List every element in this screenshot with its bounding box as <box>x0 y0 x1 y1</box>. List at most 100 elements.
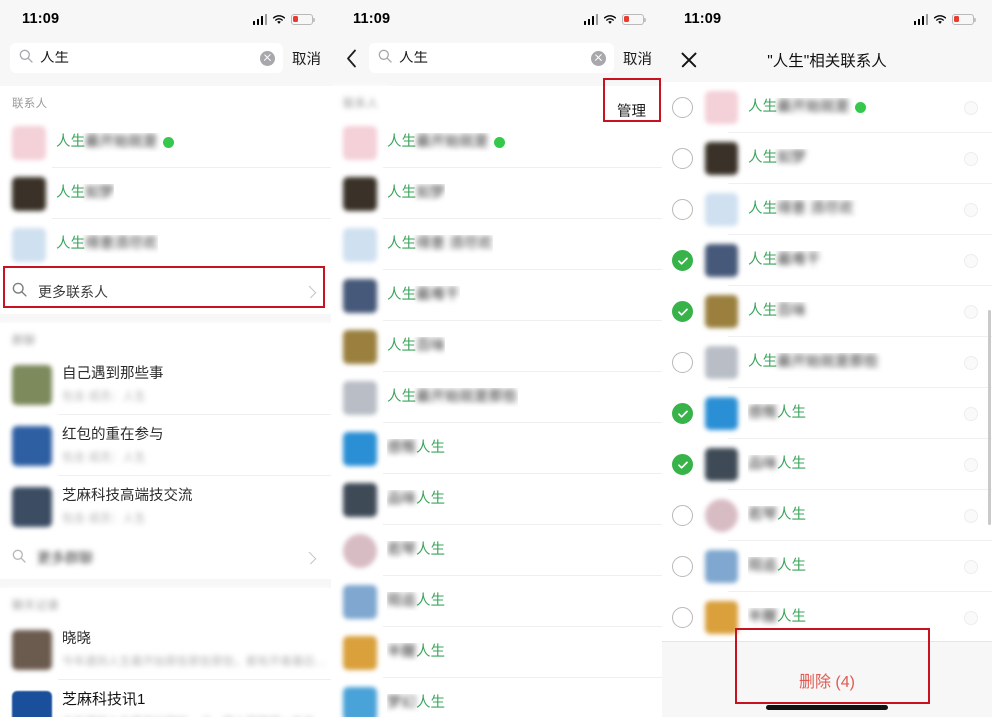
trailing-circle-icon <box>964 253 978 268</box>
list-item[interactable]: 若琴 人生 <box>331 525 662 576</box>
contact-name: 人生 最开始就是 <box>387 133 505 151</box>
more-groups-row[interactable]: 更多群聊 <box>0 537 331 579</box>
list-item[interactable]: 陌追 人生 <box>331 576 662 627</box>
signal-bars-icon <box>252 13 267 25</box>
checkbox-unchecked[interactable] <box>672 607 693 628</box>
list-item[interactable]: 人生 如梦 <box>662 133 992 184</box>
close-icon[interactable] <box>678 49 700 71</box>
online-dot-icon <box>854 102 866 113</box>
checkbox-checked[interactable] <box>672 454 693 475</box>
search-input[interactable]: 人生 <box>10 43 283 73</box>
list-item[interactable]: 梦幻 人生 <box>331 678 662 717</box>
list-item[interactable]: 人生 如梦 <box>0 168 331 219</box>
list-item[interactable]: 人生 最开始就是那些 <box>331 372 662 423</box>
list-item[interactable]: 人生 最开始就是 <box>0 117 331 168</box>
contact-name: 人生 百味 <box>748 303 806 320</box>
avatar <box>705 448 738 481</box>
list-item[interactable]: 半醒 人生 <box>662 592 992 643</box>
list-item[interactable]: 自己遇到那些事 包含 成员：人生 <box>0 354 331 415</box>
list-item[interactable]: 半醒 人生 <box>331 627 662 678</box>
list-item[interactable]: 人生 如梦 <box>331 168 662 219</box>
list-item[interactable]: 人生 得意须尽欢 <box>0 219 331 270</box>
signal-bars-icon <box>913 13 928 25</box>
trailing-circle-icon <box>964 304 978 319</box>
group-text: 红包的重在参与 包含 成员：人生 <box>62 426 164 464</box>
chevron-left-icon[interactable] <box>341 45 361 71</box>
avatar <box>12 125 46 160</box>
avatar <box>343 125 377 160</box>
group-sub: 包含 成员：人生 <box>62 390 146 403</box>
signal-bars-icon <box>583 13 598 25</box>
list-item[interactable]: 人生 百味 <box>331 321 662 372</box>
list-item[interactable]: 品味 人生 <box>662 439 992 490</box>
wifi-icon <box>603 14 617 25</box>
more-contacts-row[interactable]: 更多联系人 <box>0 270 331 314</box>
cancel-button[interactable]: 取消 <box>291 48 321 69</box>
clear-circle-icon[interactable] <box>591 50 606 66</box>
checkbox-unchecked[interactable] <box>672 505 693 526</box>
checkbox-unchecked[interactable] <box>672 199 693 220</box>
wifi-icon <box>933 14 947 25</box>
list-item[interactable]: 人生 最难干 <box>662 235 992 286</box>
manage-button[interactable]: 管理 <box>617 86 662 121</box>
avatar <box>12 629 52 670</box>
trailing-circle-icon <box>964 100 978 115</box>
phone-screen-3: 11:09 "人生"相关联系人 人生 最开始就是 人生 如梦 人生 得意 须尽欢… <box>662 0 992 717</box>
list-item[interactable]: 芝麻科技讯1 今年遇到人生最开始那些，点，那么那那都一年多… <box>0 680 331 717</box>
contact-name: 人生 最开始就是那些 <box>748 354 879 371</box>
list-item[interactable]: 人生 百味 <box>662 286 992 337</box>
delete-button[interactable]: 删除 (4) <box>799 668 855 692</box>
list-item[interactable]: 陌追 人生 <box>662 541 992 592</box>
trailing-circle-icon <box>964 406 978 421</box>
scrollbar-thumb[interactable] <box>988 310 991 525</box>
contact-name: 若琴 人生 <box>387 542 445 559</box>
contact-name: 品味 人生 <box>387 491 445 508</box>
group-title: 红包的重在参与 <box>62 427 164 444</box>
list-item[interactable]: 人生 得意 须尽欢 <box>662 184 992 235</box>
list-item[interactable]: 人生 最开始就是 <box>662 82 992 133</box>
list-item[interactable]: 人生 得意 须尽欢 <box>331 219 662 270</box>
contact-name: 人生 如梦 <box>748 150 806 167</box>
battery-low-icon <box>622 13 646 25</box>
checkbox-unchecked[interactable] <box>672 556 693 577</box>
checkbox-unchecked[interactable] <box>672 97 693 118</box>
status-time: 11:09 <box>22 11 60 27</box>
status-time: 11:09 <box>684 11 722 27</box>
list-item[interactable]: 品味 人生 <box>331 474 662 525</box>
checkbox-unchecked[interactable] <box>672 148 693 169</box>
list-item[interactable]: 感慨 人生 <box>331 423 662 474</box>
checkbox-checked[interactable] <box>672 250 693 271</box>
list-item[interactable]: 红包的重在参与 包含 成员：人生 <box>0 415 331 476</box>
battery-low-icon <box>952 13 976 25</box>
avatar <box>705 295 738 328</box>
checkbox-unchecked[interactable] <box>672 352 693 373</box>
contact-name: 品味 人生 <box>748 456 806 473</box>
list-item[interactable]: 芝麻科技高端技交流 包含 成员：人生 <box>0 476 331 537</box>
avatar <box>12 425 52 466</box>
list-item[interactable]: 若琴 人生 <box>662 490 992 541</box>
avatar <box>343 431 377 466</box>
avatar <box>343 329 377 364</box>
list-item[interactable]: 人生 最开始就是 <box>331 117 662 168</box>
chat-title: 芝麻科技讯1 <box>62 691 146 709</box>
screenshot-root: 11:09 人生 取消 联系人 人生 最开始就是 人生 如梦 人生 得意须尽欢 … <box>0 0 992 717</box>
contact-name: 感慨 人生 <box>387 440 445 457</box>
list-item[interactable]: 人生 最难干 <box>331 270 662 321</box>
checkbox-checked[interactable] <box>672 301 693 322</box>
search-input[interactable]: 人生 <box>369 43 614 73</box>
contact-name: 人生 最难干 <box>748 252 821 269</box>
list-item[interactable]: 感慨 人生 <box>662 388 992 439</box>
section-divider <box>0 314 331 323</box>
group-text: 自己遇到那些事 包含 成员：人生 <box>62 365 164 403</box>
contact-name: 人生 最难干 <box>387 287 460 304</box>
cancel-button[interactable]: 取消 <box>622 48 652 69</box>
phone-screen-2: 11:09 人生 取消 联系人 管理 人生 最开始就是 人生 如梦 人生 得意 … <box>331 0 662 717</box>
search-results-1: 联系人 人生 最开始就是 人生 如梦 人生 得意须尽欢 更多联系人 群聊 自己遇… <box>0 86 331 717</box>
clear-circle-icon[interactable] <box>260 50 275 66</box>
list-item[interactable]: 人生 最开始就是那些 <box>662 337 992 388</box>
checkbox-checked[interactable] <box>672 403 693 424</box>
trailing-circle-icon <box>964 151 978 166</box>
avatar <box>12 176 46 211</box>
list-item[interactable]: 晓晓 今年遇到人生最开始那些那些那些，都有开着最后… <box>0 619 331 680</box>
avatar <box>705 499 738 532</box>
